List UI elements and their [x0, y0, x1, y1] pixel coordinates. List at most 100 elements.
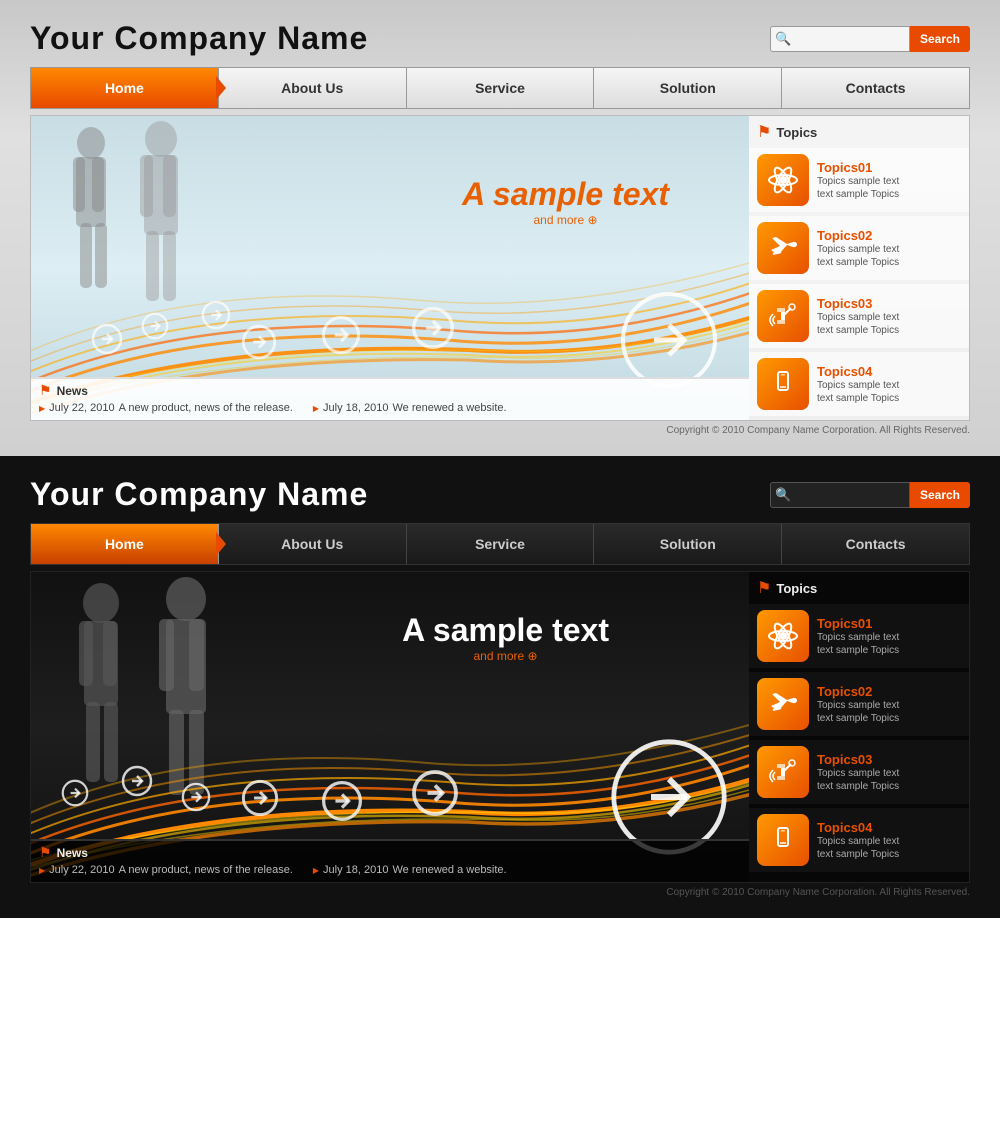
light-nav-home[interactable]: Home — [31, 68, 219, 108]
dark-topic-text-04: Topics04 Topics sample texttext sample T… — [817, 820, 899, 861]
light-arrow-large — [619, 290, 719, 390]
light-arrow-6 — [411, 306, 455, 355]
light-topics-label: Topics — [776, 125, 817, 140]
dark-topics-header: ⚑ Topics — [749, 572, 969, 604]
dark-topic-desc-04: Topics sample texttext sample Topics — [817, 835, 899, 861]
light-theme-wrapper: Your Company Name 🔍 Search Home About Us… — [0, 0, 1000, 456]
dark-topic-icon-02 — [757, 678, 809, 730]
dark-content-wrapper: A sample text and more ⊕ ⚑ News ▶ July 2… — [30, 571, 970, 883]
news-arrow-icon-2: ▶ — [313, 404, 319, 413]
dark-sidebar: ⚑ Topics Topics01 Topics sample texttext… — [749, 572, 969, 882]
light-content-wrapper: A sample text and more ⊕ ⚑ News ▶ July 2… — [30, 115, 970, 421]
dark-nav: Home About Us Service Solution Contacts — [30, 523, 970, 565]
dark-nav-about[interactable]: About Us — [219, 524, 407, 564]
light-nav-service[interactable]: Service — [407, 68, 595, 108]
search-icon: 🔍 — [775, 31, 791, 47]
light-topic-title-01: Topics01 — [817, 160, 899, 175]
dark-news-date-2: July 18, 2010 — [323, 864, 388, 876]
light-arrow-2 — [141, 312, 169, 345]
dark-hero-text: A sample text and more ⊕ — [402, 612, 609, 663]
light-news-label: News — [57, 384, 88, 398]
dark-nav-home[interactable]: Home — [31, 524, 219, 564]
light-hero-title: A sample text — [462, 176, 669, 213]
light-topic-text-03: Topics03 Topics sample texttext sample T… — [817, 296, 899, 337]
dark-topic-text-01: Topics01 Topics sample texttext sample T… — [817, 616, 899, 657]
light-news-section: ⚑ News ▶ July 22, 2010 A new product, ne… — [31, 377, 749, 420]
dark-topic-text-02: Topics02 Topics sample texttext sample T… — [817, 684, 899, 725]
dark-topic-title-02: Topics02 — [817, 684, 899, 699]
light-nav: Home About Us Service Solution Contacts — [30, 67, 970, 109]
light-news-date-2: July 18, 2010 — [323, 402, 388, 414]
dark-topic-03[interactable]: Topics03 Topics sample texttext sample T… — [749, 740, 969, 804]
light-nav-contacts[interactable]: Contacts — [782, 68, 969, 108]
light-topic-desc-04: Topics sample texttext sample Topics — [817, 379, 899, 405]
dark-company-name: Your Company Name — [30, 476, 368, 513]
light-search-bar: 🔍 Search — [770, 26, 970, 52]
dark-news-section: ⚑ News ▶ July 22, 2010 A new product, ne… — [31, 839, 749, 882]
light-nav-about[interactable]: About Us — [219, 68, 407, 108]
dark-topics-flag-icon: ⚑ — [757, 578, 771, 598]
news-flag-icon: ⚑ — [39, 382, 52, 399]
dark-news-date-1: July 22, 2010 — [49, 864, 114, 876]
dark-topic-icon-01 — [757, 610, 809, 662]
dark-search-button[interactable]: Search — [910, 482, 970, 508]
dark-news-arrow-icon-1: ▶ — [39, 866, 45, 875]
dark-nav-solution[interactable]: Solution — [594, 524, 782, 564]
light-search-button[interactable]: Search — [910, 26, 970, 52]
dark-hero-panel: A sample text and more ⊕ ⚑ News ▶ July 2… — [31, 572, 749, 882]
dark-search-bar: 🔍 Search — [770, 482, 970, 508]
dark-topic-icon-04 — [757, 814, 809, 866]
dark-news-label: News — [57, 846, 88, 860]
news-arrow-icon-1: ▶ — [39, 404, 45, 413]
light-topic-04[interactable]: Topics04 Topics sample texttext sample T… — [749, 352, 969, 416]
dark-nav-service[interactable]: Service — [407, 524, 595, 564]
light-topic-title-04: Topics04 — [817, 364, 899, 379]
light-news-item-1: ▶ July 22, 2010 A new product, news of t… — [39, 402, 293, 414]
light-news-date-1: July 22, 2010 — [49, 402, 114, 414]
dark-news-flag-icon: ⚑ — [39, 844, 52, 861]
light-arrow-1 — [91, 323, 123, 360]
light-news-text-1: A new product, news of the release. — [119, 402, 293, 414]
light-topic-icon-01 — [757, 154, 809, 206]
light-arrow-4 — [241, 324, 277, 365]
dark-topic-01[interactable]: Topics01 Topics sample texttext sample T… — [749, 604, 969, 668]
light-topic-icon-04 — [757, 358, 809, 410]
light-arrow-5 — [321, 315, 361, 360]
dark-topic-text-03: Topics03 Topics sample texttext sample T… — [817, 752, 899, 793]
dark-news-item-2: ▶ July 18, 2010 We renewed a website. — [313, 864, 507, 876]
light-hero-text: A sample text and more ⊕ — [462, 176, 669, 227]
light-topic-03[interactable]: Topics03 Topics sample texttext sample T… — [749, 284, 969, 348]
dark-copyright: Copyright © 2010 Company Name Corporatio… — [30, 887, 970, 898]
light-topic-02[interactable]: Topics02 Topics sample texttext sample T… — [749, 216, 969, 280]
light-topic-desc-02: Topics sample texttext sample Topics — [817, 243, 899, 269]
dark-news-items: ▶ July 22, 2010 A new product, news of t… — [31, 861, 749, 882]
dark-topic-desc-02: Topics sample texttext sample Topics — [817, 699, 899, 725]
light-hero-wrapper: A sample text and more ⊕ ⚑ News ▶ July 2… — [31, 116, 969, 420]
light-copyright: Copyright © 2010 Company Name Corporatio… — [30, 425, 970, 436]
dark-hero-subtitle: and more ⊕ — [402, 649, 609, 663]
dark-topic-02[interactable]: Topics02 Topics sample texttext sample T… — [749, 672, 969, 736]
light-topic-desc-01: Topics sample texttext sample Topics — [817, 175, 899, 201]
light-topic-01[interactable]: Topics01 Topics sample texttext sample T… — [749, 148, 969, 212]
dark-hero-wrapper: A sample text and more ⊕ ⚑ News ▶ July 2… — [31, 572, 969, 882]
light-topic-icon-03 — [757, 290, 809, 342]
light-header: Your Company Name 🔍 Search — [30, 20, 970, 57]
dark-arrow-1 — [61, 779, 89, 812]
dark-hero-title: A sample text — [402, 612, 609, 649]
light-topic-icon-02 — [757, 222, 809, 274]
dark-topic-04[interactable]: Topics04 Topics sample texttext sample T… — [749, 808, 969, 872]
dark-news-arrow-icon-2: ▶ — [313, 866, 319, 875]
light-topic-text-04: Topics04 Topics sample texttext sample T… — [817, 364, 899, 405]
dark-arrow-6 — [411, 769, 459, 822]
dark-topic-desc-01: Topics sample texttext sample Topics — [817, 631, 899, 657]
dark-search-icon: 🔍 — [775, 487, 791, 503]
dark-news-text-1: A new product, news of the release. — [119, 864, 293, 876]
light-news-item-2: ▶ July 18, 2010 We renewed a website. — [313, 402, 507, 414]
light-nav-solution[interactable]: Solution — [594, 68, 782, 108]
dark-arrow-4 — [241, 779, 279, 822]
light-topic-title-02: Topics02 — [817, 228, 899, 243]
dark-news-item-1: ▶ July 22, 2010 A new product, news of t… — [39, 864, 293, 876]
dark-nav-contacts[interactable]: Contacts — [782, 524, 969, 564]
dark-arrow-5 — [321, 780, 363, 827]
light-arrow-3 — [201, 300, 231, 335]
